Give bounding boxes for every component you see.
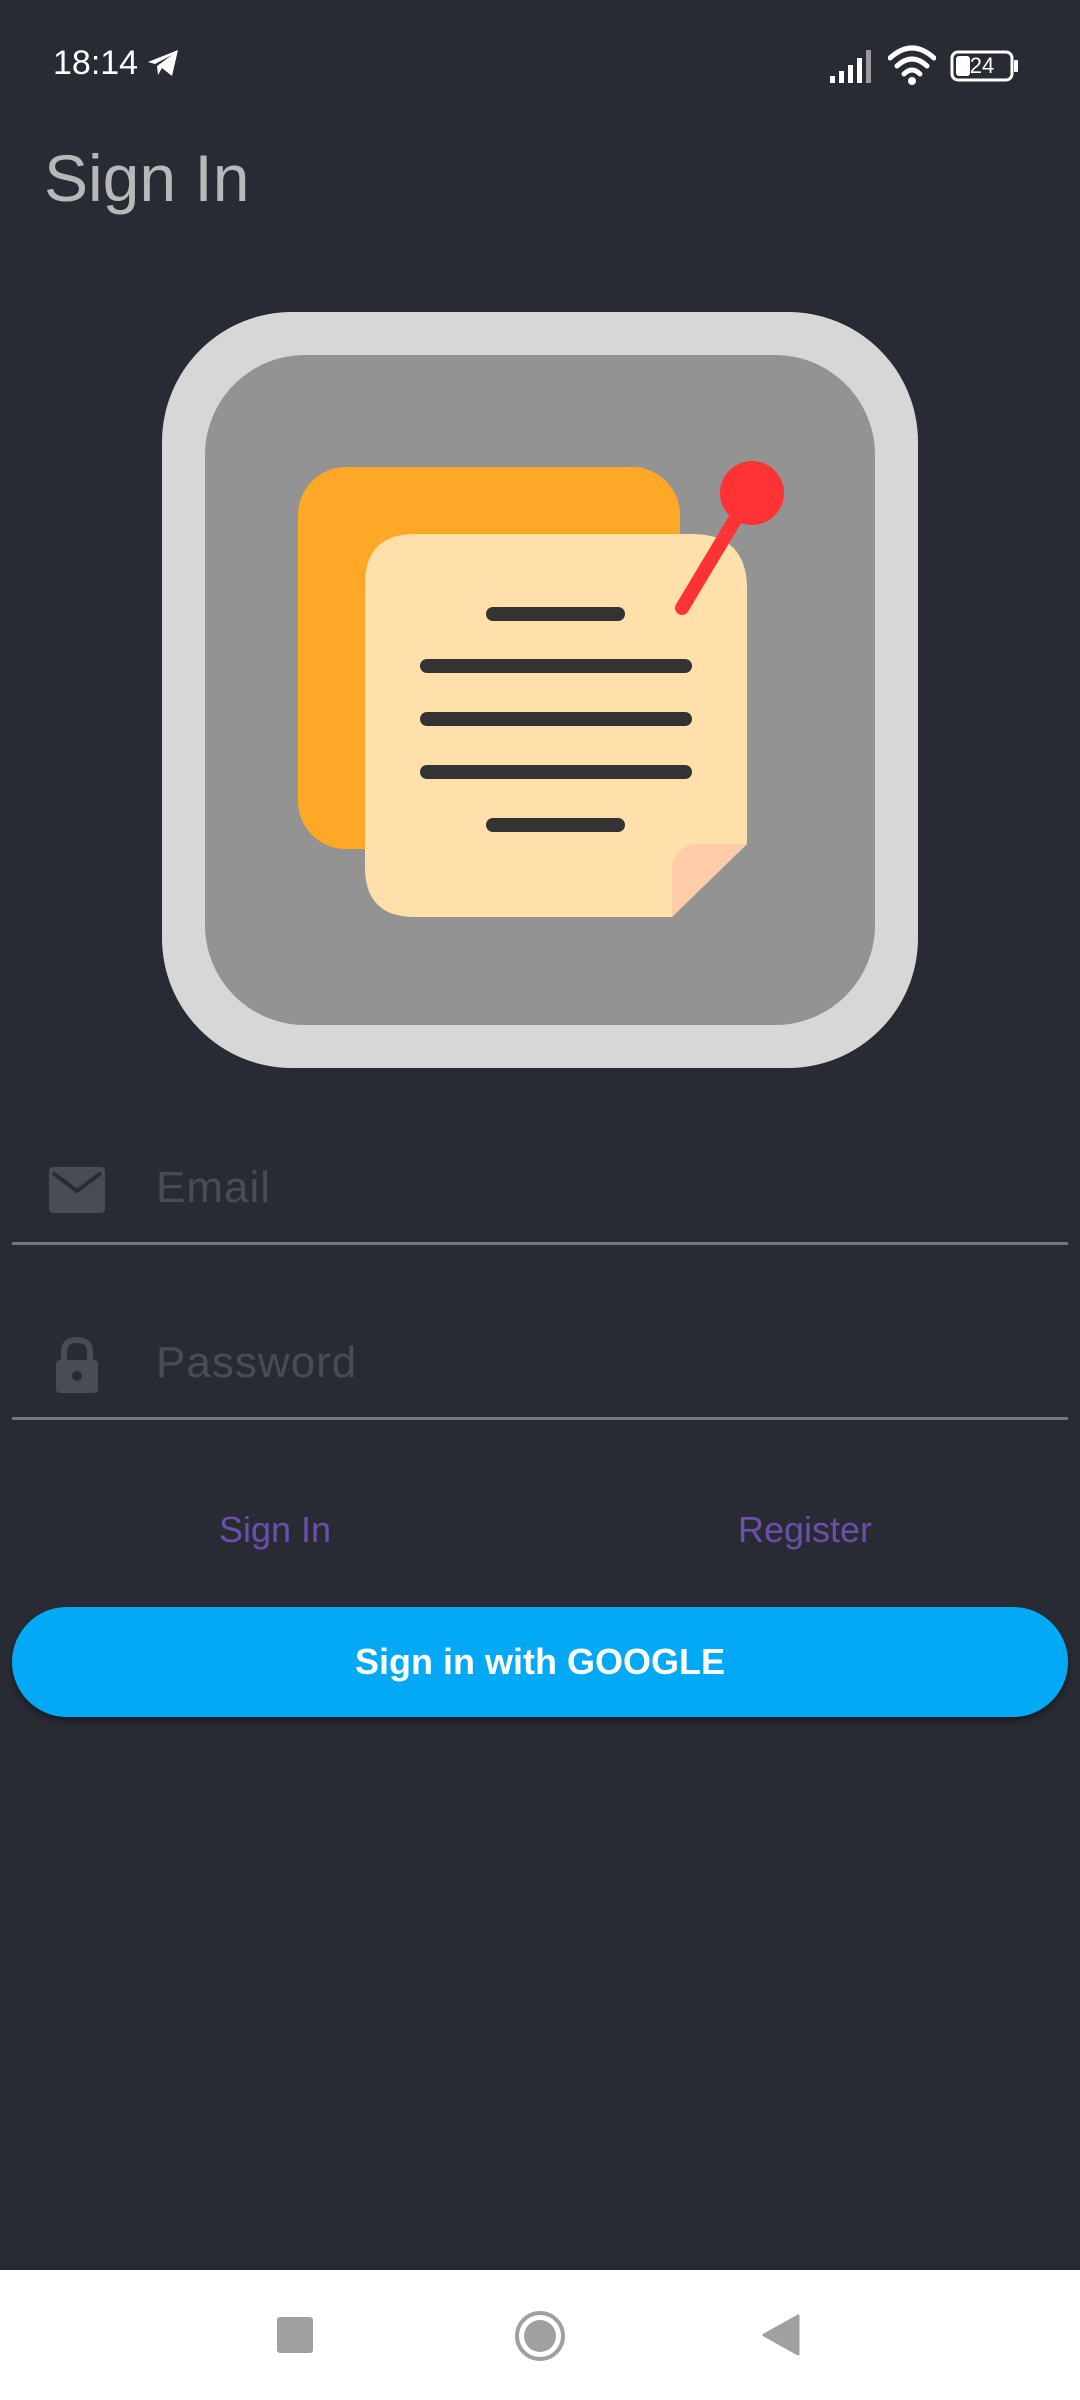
lock-icon [56,1336,98,1393]
home-icon[interactable] [514,2310,566,2362]
battery-level: 24 [969,53,995,78]
email-underline [12,1242,1068,1245]
status-time: 18:14 [53,44,139,82]
status-bar: 18:14 24 [0,0,1080,130]
password-input[interactable] [154,1322,1038,1404]
password-underline [12,1417,1068,1420]
email-field[interactable] [12,1125,1068,1245]
envelope-icon [49,1167,105,1213]
telegram-icon [148,50,178,76]
recents-icon[interactable] [277,2317,313,2353]
sign-in-button[interactable]: Sign In [175,1490,375,1570]
navigation-bar [0,2270,1080,2400]
email-input[interactable] [154,1147,1038,1229]
wifi-icon [888,45,936,85]
google-sign-in-button[interactable]: Sign in with GOOGLE [12,1607,1068,1717]
sticky-notes-icon [162,312,918,1068]
register-button[interactable]: Register [700,1490,910,1570]
signal-icon [830,50,871,83]
page-title: Sign In [44,141,250,215]
back-icon[interactable] [760,2314,800,2356]
password-field[interactable] [12,1300,1068,1420]
